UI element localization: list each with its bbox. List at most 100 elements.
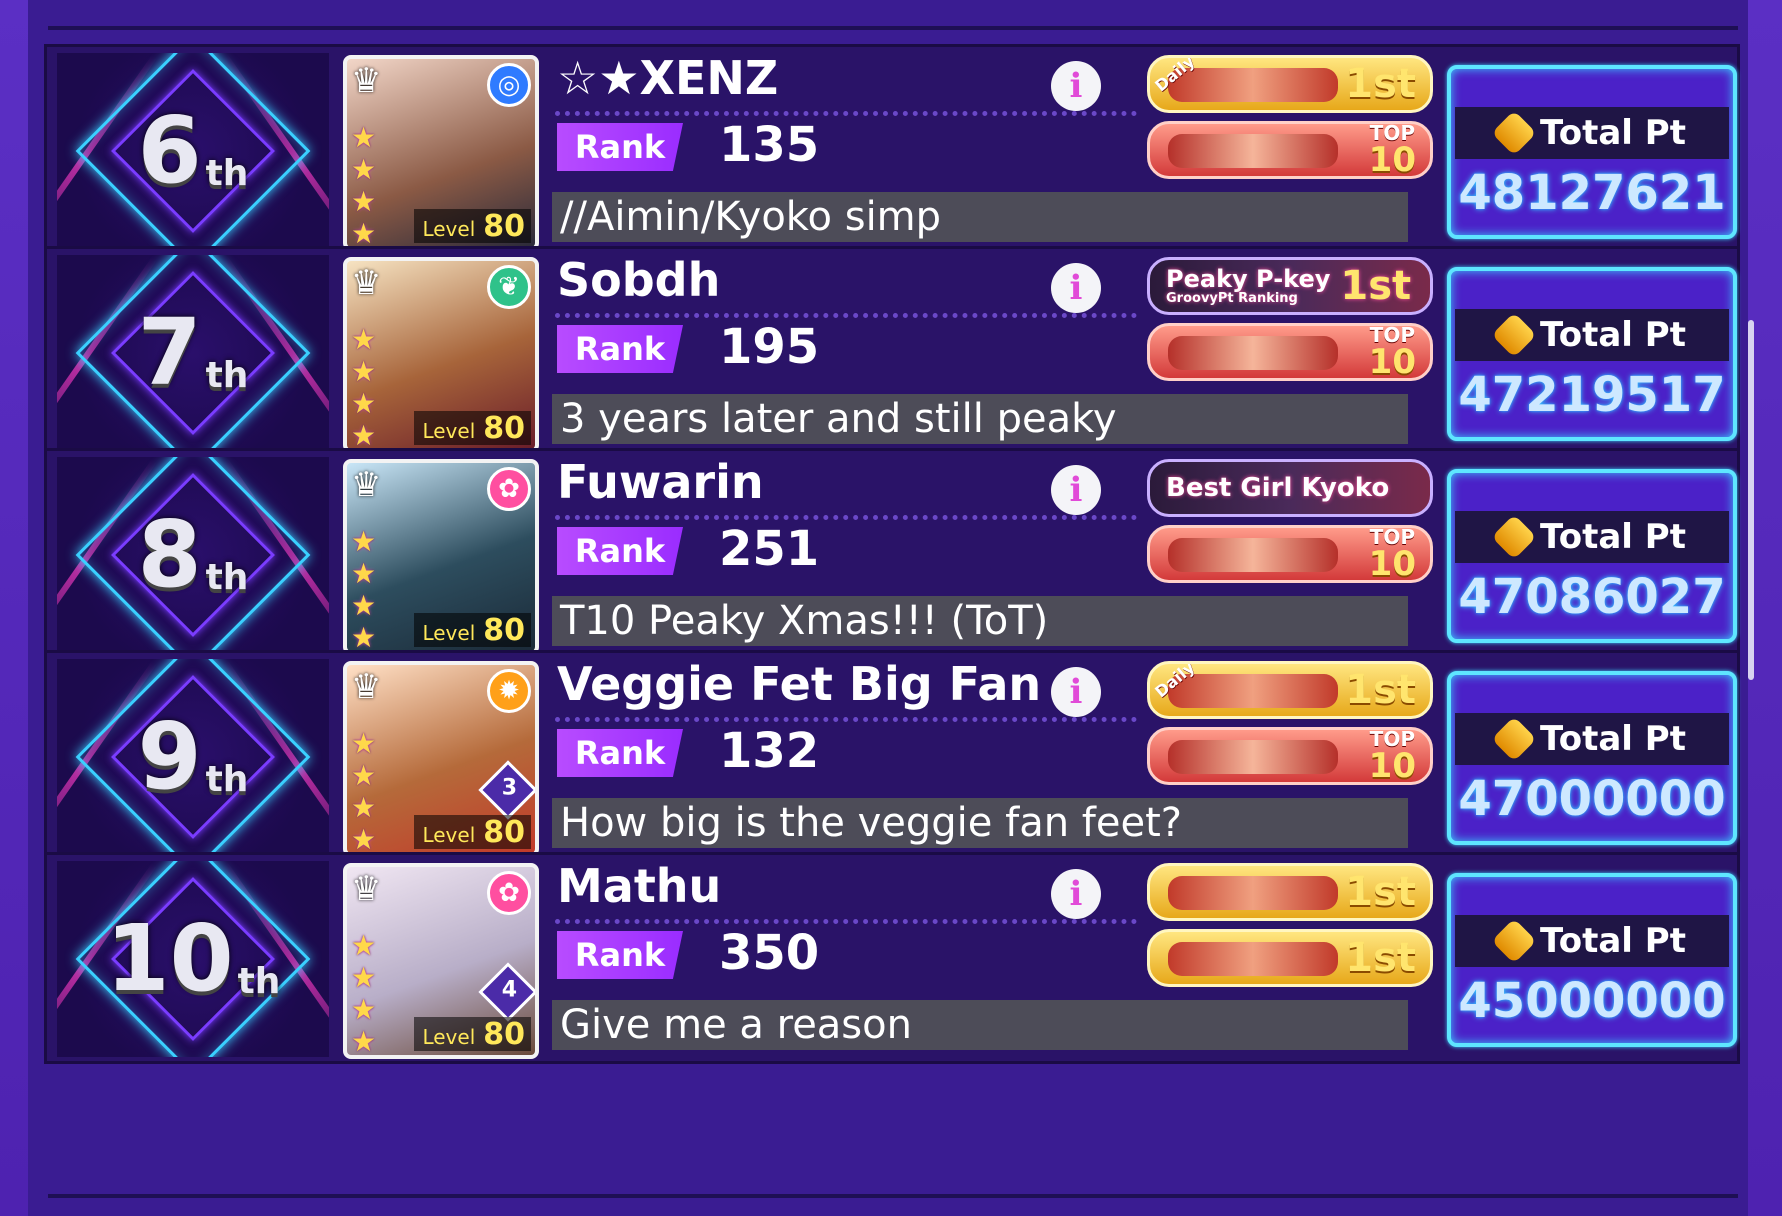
title-badge[interactable]: Peaky P-key GroovyPt Ranking 1st — [1147, 257, 1433, 315]
crown-icon: ♛ — [351, 263, 382, 303]
event-pt-icon — [1491, 716, 1537, 762]
scrollbar[interactable] — [1748, 320, 1754, 680]
level-value: 80 — [483, 209, 525, 244]
ranking-row[interactable]: 8 th ♛ ✿ ★ ★ ★ ★ Level 80 Fuwarin i Rank 25… — [44, 448, 1740, 660]
star-icon: ★ — [351, 791, 377, 824]
rarity-stars: ★ ★ ★ ★ — [351, 123, 377, 248]
placement-suffix: th — [205, 354, 249, 396]
title-badge[interactable]: 1st — [1147, 929, 1433, 987]
level-label: Level — [422, 419, 476, 443]
title-badge[interactable]: 1st — [1147, 863, 1433, 921]
title-badge[interactable]: TOP 10 — [1147, 121, 1433, 179]
info-icon[interactable]: i — [1051, 667, 1101, 717]
total-pt-value: 47086027 — [1458, 569, 1726, 625]
total-pt-label: Total Pt — [1540, 315, 1686, 355]
card-level: Level 80 — [414, 815, 531, 850]
star-icon: ★ — [351, 993, 377, 1026]
player-avatar[interactable]: ♛ ◎ ★ ★ ★ ★ Level 80 — [343, 55, 539, 251]
crown-icon: ♛ — [351, 869, 382, 909]
title-badge[interactable]: Best Girl Kyoko — [1147, 459, 1433, 517]
player-comment: 3 years later and still peaky — [552, 394, 1408, 444]
info-icon[interactable]: i — [1051, 869, 1101, 919]
title-badge[interactable]: TOP 10 — [1147, 525, 1433, 583]
player-comment: Give me a reason — [552, 1000, 1408, 1050]
ranking-row[interactable]: 10 th ♛ ✿ ★ ★ ★ ★ 4 Level 80 Mathu i Rank 3… — [44, 852, 1740, 1064]
rarity-stars: ★ ★ ★ ★ — [351, 325, 377, 452]
title-badge[interactable]: 1st Daily — [1147, 55, 1433, 113]
placement-number: 6 — [137, 97, 202, 204]
total-pt-box: Total Pt 48127621 — [1447, 65, 1737, 239]
player-avatar[interactable]: ♛ ✹ ★ ★ ★ ★ 3 Level 80 — [343, 661, 539, 857]
level-value: 80 — [483, 411, 525, 446]
total-pt-header: Total Pt — [1455, 107, 1729, 159]
rank-value: 132 — [719, 723, 820, 779]
total-pt-box: Total Pt 47000000 — [1447, 671, 1737, 845]
rarity-stars: ★ ★ ★ ★ — [351, 727, 377, 854]
panel-divider-top — [48, 26, 1738, 30]
title-badge[interactable]: TOP 10 — [1147, 727, 1433, 785]
star-icon: ★ — [351, 727, 377, 760]
powerful-icon: ✹ — [487, 669, 531, 713]
rank-value: 135 — [719, 117, 820, 173]
placement-tile: 6 th — [57, 53, 329, 249]
player-name: ☆★XENZ — [557, 51, 779, 105]
placement-tile: 7 th — [57, 255, 329, 451]
star-icon: ★ — [351, 557, 377, 590]
event-pt-icon — [1491, 918, 1537, 964]
card-level: Level 80 — [414, 613, 531, 648]
star-icon: ★ — [351, 419, 377, 452]
total-pt-label: Total Pt — [1540, 517, 1686, 557]
total-pt-header: Total Pt — [1455, 511, 1729, 563]
total-pt-header: Total Pt — [1455, 309, 1729, 361]
rank-value: 251 — [719, 521, 820, 577]
player-avatar[interactable]: ♛ ❦ ★ ★ ★ ★ Level 80 — [343, 257, 539, 453]
ranking-row[interactable]: 7 th ♛ ❦ ★ ★ ★ ★ Level 80 Sobdh i Rank 195 … — [44, 246, 1740, 458]
crown-icon: ♛ — [351, 465, 382, 505]
player-name: Mathu — [557, 859, 722, 913]
level-label: Level — [422, 1025, 476, 1049]
daily-tag: Daily — [1151, 55, 1199, 96]
card-level: Level 80 — [414, 411, 531, 446]
star-icon: ★ — [351, 621, 377, 654]
player-name: Fuwarin — [557, 455, 764, 509]
ranking-row[interactable]: 6 th ♛ ◎ ★ ★ ★ ★ Level 80 ☆★XENZ i Rank 135… — [44, 44, 1740, 256]
crown-icon: ♛ — [351, 667, 382, 707]
title-badge[interactable]: 1st Daily — [1147, 661, 1433, 719]
level-value: 80 — [483, 815, 525, 850]
daily-tag: Daily — [1151, 661, 1199, 702]
total-pt-box: Total Pt 47219517 — [1447, 267, 1737, 441]
star-icon: ★ — [351, 759, 377, 792]
total-pt-header: Total Pt — [1455, 713, 1729, 765]
info-icon[interactable]: i — [1051, 263, 1101, 313]
placement-tile: 9 th — [57, 659, 329, 855]
star-icon: ★ — [351, 355, 377, 388]
event-pt-icon — [1491, 312, 1537, 358]
star-icon: ★ — [351, 929, 377, 962]
cool-icon: ◎ — [487, 63, 531, 107]
player-comment: T10 Peaky Xmas!!! (ToT) — [552, 596, 1408, 646]
player-avatar[interactable]: ♛ ✿ ★ ★ ★ ★ Level 80 — [343, 459, 539, 655]
player-name: Sobdh — [557, 253, 721, 307]
rank-label: Rank — [557, 729, 683, 777]
star-icon: ★ — [351, 589, 377, 622]
title-badge[interactable]: TOP 10 — [1147, 323, 1433, 381]
rank-value: 350 — [719, 925, 820, 981]
info-icon[interactable]: i — [1051, 465, 1101, 515]
info-icon[interactable]: i — [1051, 61, 1101, 111]
total-pt-value: 48127621 — [1458, 165, 1726, 221]
star-icon: ★ — [351, 387, 377, 420]
star-icon: ★ — [351, 525, 377, 558]
rank-label: Rank — [557, 325, 683, 373]
placement-number: 10 — [105, 905, 234, 1012]
level-value: 80 — [483, 1017, 525, 1052]
card-level: Level 80 — [414, 209, 531, 244]
total-pt-value: 45000000 — [1458, 973, 1726, 1029]
event-pt-icon — [1491, 514, 1537, 560]
event-pt-icon — [1491, 110, 1537, 156]
player-avatar[interactable]: ♛ ✿ ★ ★ ★ ★ 4 Level 80 — [343, 863, 539, 1059]
ranking-row[interactable]: 9 th ♛ ✹ ★ ★ ★ ★ 3 Level 80 Veggie Fet Big … — [44, 650, 1740, 862]
placement-number: 9 — [137, 703, 202, 810]
rank-value: 195 — [719, 319, 820, 375]
star-icon: ★ — [351, 185, 377, 218]
total-pt-box: Total Pt 45000000 — [1447, 873, 1737, 1047]
